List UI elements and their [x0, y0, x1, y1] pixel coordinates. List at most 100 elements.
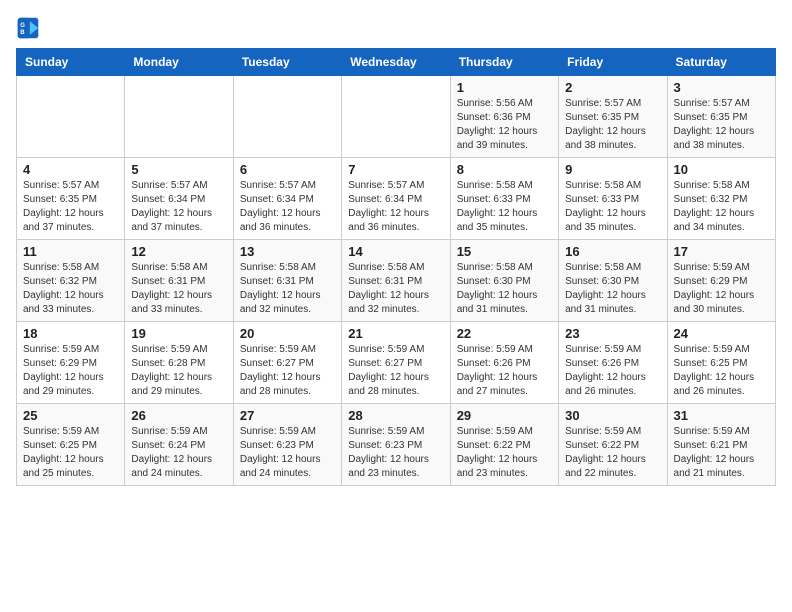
logo-icon: G B — [16, 16, 40, 40]
day-cell: 31 Sunrise: 5:59 AM Sunset: 6:21 PM Dayli… — [667, 404, 775, 486]
day-cell: 8 Sunrise: 5:58 AM Sunset: 6:33 PM Daylig… — [450, 158, 558, 240]
day-number: 16 — [565, 244, 660, 259]
logo: G B — [16, 16, 44, 40]
day-cell: 26 Sunrise: 5:59 AM Sunset: 6:24 PM Dayli… — [125, 404, 233, 486]
day-number: 6 — [240, 162, 335, 177]
day-detail: Sunrise: 5:59 AM Sunset: 6:26 PM Dayligh… — [457, 343, 552, 399]
header-friday: Friday — [559, 49, 667, 76]
day-detail: Sunrise: 5:59 AM Sunset: 6:26 PM Dayligh… — [565, 343, 660, 399]
day-cell: 4 Sunrise: 5:57 AM Sunset: 6:35 PM Daylig… — [17, 158, 125, 240]
day-cell: 5Sunrise: 5:57 AM Sunset: 6:34 PM Daylig… — [125, 158, 233, 240]
day-cell: 2 Sunrise: 5:57 AM Sunset: 6:35 PM Daylig… — [559, 76, 667, 158]
day-number: 7 — [348, 162, 443, 177]
week-row-1: 4 Sunrise: 5:57 AM Sunset: 6:35 PM Daylig… — [17, 158, 776, 240]
day-detail: Sunrise: 5:59 AM Sunset: 6:23 PM Dayligh… — [348, 425, 443, 481]
day-detail: Sunrise: 5:59 AM Sunset: 6:27 PM Dayligh… — [348, 343, 443, 399]
day-number: 26 — [131, 408, 226, 423]
day-detail: Sunrise: 5:58 AM Sunset: 6:31 PM Dayligh… — [131, 261, 226, 317]
day-detail: Sunrise: 5:58 AM Sunset: 6:32 PM Dayligh… — [674, 179, 769, 235]
day-cell: 25 Sunrise: 5:59 AM Sunset: 6:25 PM Dayli… — [17, 404, 125, 486]
day-detail: Sunrise: 5:57 AM Sunset: 6:34 PM Dayligh… — [131, 179, 226, 235]
day-cell: 12 Sunrise: 5:58 AM Sunset: 6:31 PM Dayli… — [125, 240, 233, 322]
day-number: 20 — [240, 326, 335, 341]
day-number: 31 — [674, 408, 769, 423]
day-cell: 3 Sunrise: 5:57 AM Sunset: 6:35 PM Daylig… — [667, 76, 775, 158]
day-cell: 7 Sunrise: 5:57 AM Sunset: 6:34 PM Daylig… — [342, 158, 450, 240]
day-detail: Sunrise: 5:59 AM Sunset: 6:25 PM Dayligh… — [23, 425, 118, 481]
day-detail: Sunrise: 5:58 AM Sunset: 6:30 PM Dayligh… — [457, 261, 552, 317]
header-tuesday: Tuesday — [233, 49, 341, 76]
day-number: 22 — [457, 326, 552, 341]
day-cell — [342, 76, 450, 158]
day-number: 12 — [131, 244, 226, 259]
day-cell: 9 Sunrise: 5:58 AM Sunset: 6:33 PM Daylig… — [559, 158, 667, 240]
day-cell: 24 Sunrise: 5:59 AM Sunset: 6:25 PM Dayli… — [667, 322, 775, 404]
day-detail: Sunrise: 5:59 AM Sunset: 6:25 PM Dayligh… — [674, 343, 769, 399]
day-detail: Sunrise: 5:58 AM Sunset: 6:33 PM Dayligh… — [565, 179, 660, 235]
day-cell: 20 Sunrise: 5:59 AM Sunset: 6:27 PM Dayli… — [233, 322, 341, 404]
day-cell — [233, 76, 341, 158]
day-cell: 21 Sunrise: 5:59 AM Sunset: 6:27 PM Dayli… — [342, 322, 450, 404]
day-number: 30 — [565, 408, 660, 423]
day-number: 11 — [23, 244, 118, 259]
day-cell: 16 Sunrise: 5:58 AM Sunset: 6:30 PM Dayli… — [559, 240, 667, 322]
day-cell: 23 Sunrise: 5:59 AM Sunset: 6:26 PM Dayli… — [559, 322, 667, 404]
day-detail: Sunrise: 5:59 AM Sunset: 6:22 PM Dayligh… — [457, 425, 552, 481]
day-number: 17 — [674, 244, 769, 259]
day-cell: 22 Sunrise: 5:59 AM Sunset: 6:26 PM Dayli… — [450, 322, 558, 404]
day-detail: Sunrise: 5:59 AM Sunset: 6:28 PM Dayligh… — [131, 343, 226, 399]
svg-text:B: B — [20, 30, 25, 36]
day-detail: Sunrise: 5:58 AM Sunset: 6:33 PM Dayligh… — [457, 179, 552, 235]
day-cell — [125, 76, 233, 158]
header-wednesday: Wednesday — [342, 49, 450, 76]
day-number: 10 — [674, 162, 769, 177]
day-number: 25 — [23, 408, 118, 423]
day-number: 21 — [348, 326, 443, 341]
day-cell: 11 Sunrise: 5:58 AM Sunset: 6:32 PM Dayli… — [17, 240, 125, 322]
day-detail: Sunrise: 5:59 AM Sunset: 6:24 PM Dayligh… — [131, 425, 226, 481]
day-cell: 27 Sunrise: 5:59 AM Sunset: 6:23 PM Dayli… — [233, 404, 341, 486]
day-number: 13 — [240, 244, 335, 259]
day-detail: Sunrise: 5:57 AM Sunset: 6:35 PM Dayligh… — [23, 179, 118, 235]
day-number: 4 — [23, 162, 118, 177]
day-detail: Sunrise: 5:58 AM Sunset: 6:30 PM Dayligh… — [565, 261, 660, 317]
header-saturday: Saturday — [667, 49, 775, 76]
header-thursday: Thursday — [450, 49, 558, 76]
day-cell: 30 Sunrise: 5:59 AM Sunset: 6:22 PM Dayli… — [559, 404, 667, 486]
day-number: 28 — [348, 408, 443, 423]
day-detail: Sunrise: 5:59 AM Sunset: 6:23 PM Dayligh… — [240, 425, 335, 481]
day-detail: Sunrise: 5:58 AM Sunset: 6:32 PM Dayligh… — [23, 261, 118, 317]
day-detail: Sunrise: 5:59 AM Sunset: 6:22 PM Dayligh… — [565, 425, 660, 481]
day-detail: Sunrise: 5:59 AM Sunset: 6:27 PM Dayligh… — [240, 343, 335, 399]
day-cell: 19 Sunrise: 5:59 AM Sunset: 6:28 PM Dayli… — [125, 322, 233, 404]
day-number: 9 — [565, 162, 660, 177]
day-number: 27 — [240, 408, 335, 423]
day-cell: 1Sunrise: 5:56 AM Sunset: 6:36 PM Daylig… — [450, 76, 558, 158]
day-detail: Sunrise: 5:58 AM Sunset: 6:31 PM Dayligh… — [348, 261, 443, 317]
day-detail: Sunrise: 5:58 AM Sunset: 6:31 PM Dayligh… — [240, 261, 335, 317]
day-number: 8 — [457, 162, 552, 177]
day-number: 2 — [565, 80, 660, 95]
week-row-0: 1Sunrise: 5:56 AM Sunset: 6:36 PM Daylig… — [17, 76, 776, 158]
day-number: 15 — [457, 244, 552, 259]
day-cell — [17, 76, 125, 158]
day-detail: Sunrise: 5:57 AM Sunset: 6:35 PM Dayligh… — [565, 97, 660, 153]
day-number: 29 — [457, 408, 552, 423]
day-detail: Sunrise: 5:57 AM Sunset: 6:34 PM Dayligh… — [348, 179, 443, 235]
svg-text:G: G — [20, 23, 25, 29]
day-number: 18 — [23, 326, 118, 341]
header-monday: Monday — [125, 49, 233, 76]
day-cell: 28 Sunrise: 5:59 AM Sunset: 6:23 PM Dayli… — [342, 404, 450, 486]
day-number: 23 — [565, 326, 660, 341]
day-number: 19 — [131, 326, 226, 341]
day-detail: Sunrise: 5:59 AM Sunset: 6:21 PM Dayligh… — [674, 425, 769, 481]
day-cell: 18 Sunrise: 5:59 AM Sunset: 6:29 PM Dayli… — [17, 322, 125, 404]
day-detail: Sunrise: 5:59 AM Sunset: 6:29 PM Dayligh… — [23, 343, 118, 399]
day-cell: 6Sunrise: 5:57 AM Sunset: 6:34 PM Daylig… — [233, 158, 341, 240]
day-number: 14 — [348, 244, 443, 259]
day-number: 3 — [674, 80, 769, 95]
day-cell: 29 Sunrise: 5:59 AM Sunset: 6:22 PM Dayli… — [450, 404, 558, 486]
week-row-4: 25 Sunrise: 5:59 AM Sunset: 6:25 PM Dayli… — [17, 404, 776, 486]
day-number: 24 — [674, 326, 769, 341]
day-detail: Sunrise: 5:57 AM Sunset: 6:35 PM Dayligh… — [674, 97, 769, 153]
